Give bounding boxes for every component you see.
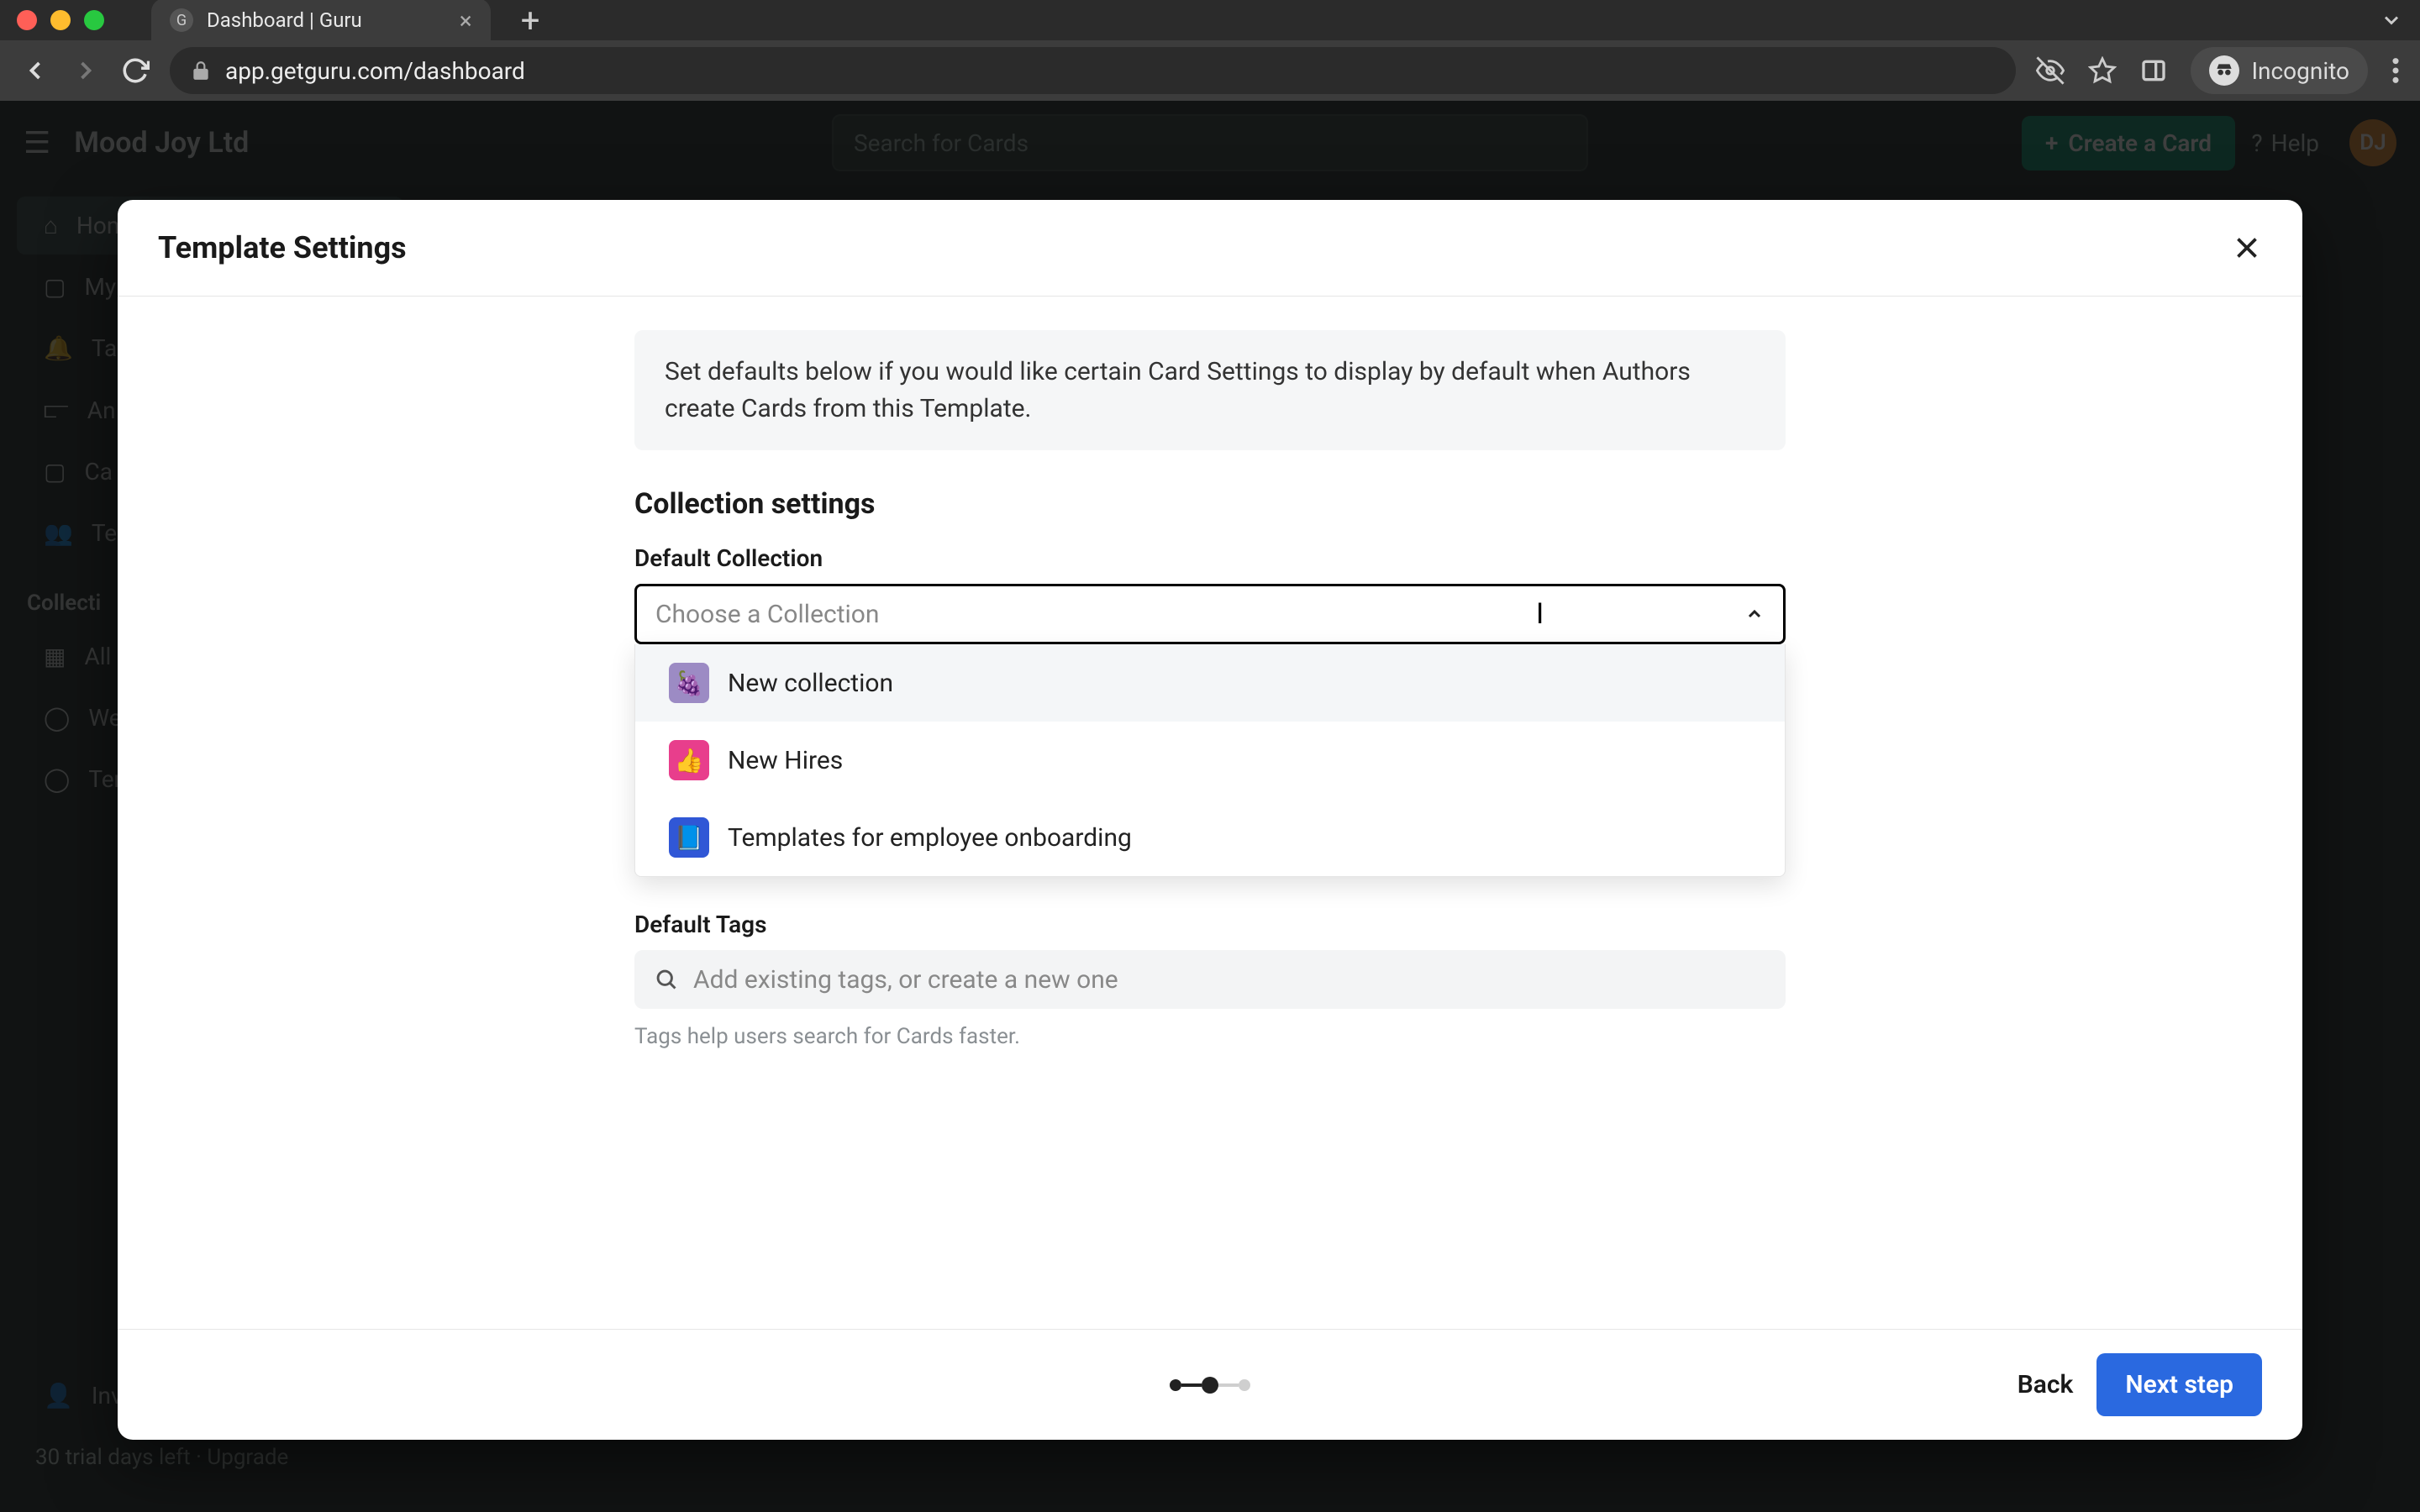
section-heading: Collection settings <box>634 487 1786 521</box>
modal-title: Template Settings <box>158 230 407 265</box>
chevron-up-icon[interactable] <box>1744 604 1765 624</box>
star-icon[interactable] <box>2088 56 2117 85</box>
collection-icon: 👍 <box>669 740 709 780</box>
tab-favicon-icon: G <box>170 8 193 32</box>
tabs-overflow-icon[interactable] <box>2380 8 2403 32</box>
collection-option-new-hires[interactable]: 👍 New Hires <box>635 722 1785 799</box>
incognito-icon <box>2209 55 2239 86</box>
info-banner: Set defaults below if you would like cer… <box>634 330 1786 450</box>
text-cursor-icon: I <box>1536 597 1544 631</box>
default-collection-combobox[interactable]: I <box>634 584 1786 644</box>
modal-close-button[interactable] <box>2232 233 2262 263</box>
address-bar[interactable]: app.getguru.com/dashboard <box>170 47 2016 94</box>
collection-icon: 🍇 <box>669 663 709 703</box>
minimize-window-icon[interactable] <box>50 10 71 30</box>
browser-toolbar: app.getguru.com/dashboard Incognito <box>0 40 2420 101</box>
browser-tab[interactable]: G Dashboard | Guru × <box>151 0 491 43</box>
panel-icon[interactable] <box>2140 57 2167 84</box>
collection-input[interactable] <box>655 600 1744 629</box>
nav-forward-icon[interactable] <box>71 55 101 86</box>
maximize-window-icon[interactable] <box>84 10 104 30</box>
tab-title: Dashboard | Guru <box>207 8 362 32</box>
option-label: Templates for employee onboarding <box>728 823 1132 853</box>
window-controls[interactable] <box>17 10 104 30</box>
template-settings-modal: Template Settings Set defaults below if … <box>118 200 2302 1440</box>
tags-helper-text: Tags help users search for Cards faster. <box>634 1024 1786 1049</box>
step-dot-2 <box>1202 1377 1218 1394</box>
reload-icon[interactable] <box>121 56 150 85</box>
window-titlebar: G Dashboard | Guru × + <box>0 0 2420 40</box>
incognito-label: Incognito <box>2251 57 2349 85</box>
search-icon <box>655 968 678 991</box>
incognito-badge[interactable]: Incognito <box>2191 47 2368 94</box>
back-button[interactable]: Back <box>2018 1370 2074 1399</box>
collection-dropdown: 🍇 New collection 👍 New Hires 📘 Templates… <box>634 644 1786 877</box>
new-tab-button[interactable]: + <box>521 1 540 40</box>
field-label-tags: Default Tags <box>634 911 1786 938</box>
step-indicator <box>1170 1377 1250 1394</box>
lock-icon <box>190 60 212 81</box>
collection-option-new-collection[interactable]: 🍇 New collection <box>635 644 1785 722</box>
default-tags-input[interactable] <box>634 950 1786 1009</box>
step-dot-1 <box>1170 1379 1181 1391</box>
close-window-icon[interactable] <box>17 10 37 30</box>
step-bar <box>1181 1383 1202 1387</box>
url-text: app.getguru.com/dashboard <box>225 57 525 85</box>
collection-option-templates-onboarding[interactable]: 📘 Templates for employee onboarding <box>635 799 1785 876</box>
tab-close-icon[interactable]: × <box>460 7 472 34</box>
kebab-menu-icon[interactable] <box>2391 56 2400 85</box>
step-dot-3 <box>1239 1379 1250 1391</box>
step-bar <box>1218 1383 1239 1387</box>
field-label-collection: Default Collection <box>634 544 1786 572</box>
collection-icon: 📘 <box>669 817 709 858</box>
eye-off-icon[interactable] <box>2036 56 2065 85</box>
tags-input-field[interactable] <box>693 965 1765 995</box>
nav-back-icon[interactable] <box>20 55 50 86</box>
next-step-button[interactable]: Next step <box>2096 1353 2262 1416</box>
option-label: New collection <box>728 669 893 698</box>
option-label: New Hires <box>728 746 843 775</box>
